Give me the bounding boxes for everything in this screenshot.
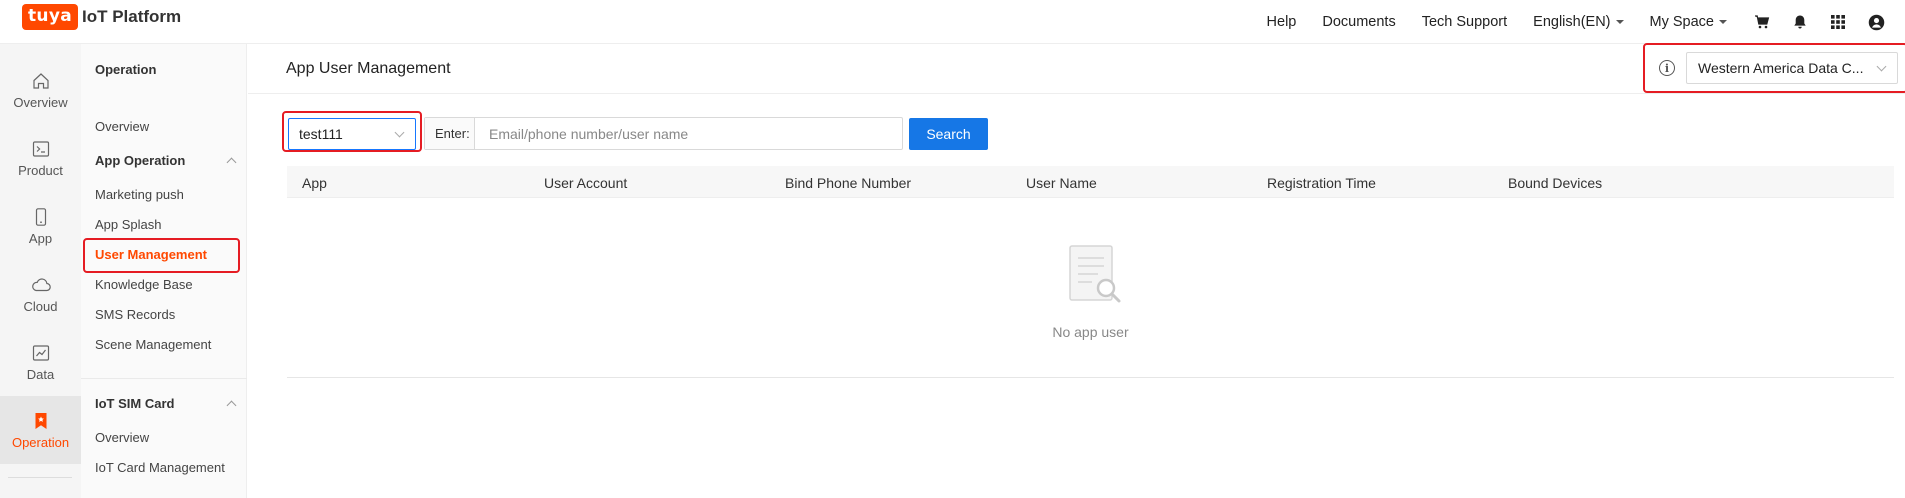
sidebar-item-app-splash[interactable]: App Splash [95, 217, 162, 232]
app-select-value: test111 [299, 126, 343, 142]
column-header-registration-time: Registration Time [1267, 175, 1376, 191]
sidebar-item-knowledge-base[interactable]: Knowledge Base [95, 277, 193, 292]
search-group: Enter: [424, 117, 903, 150]
group-label: App Operation [95, 153, 186, 168]
bookmark-icon [35, 412, 46, 429]
top-bar: tuya IoT Platform Help Documents Tech Su… [0, 0, 1905, 44]
top-nav: Help Documents Tech Support English(EN) … [1267, 0, 1905, 44]
column-header-app: App [302, 175, 327, 191]
sidebar-group-app-operation[interactable]: App Operation [95, 153, 237, 168]
sidebar-item-scene-management[interactable]: Scene Management [95, 337, 211, 352]
rail-label: Cloud [23, 298, 58, 314]
language-dropdown[interactable]: English(EN) [1533, 14, 1624, 30]
rail-label: Product [18, 162, 63, 178]
rail-item-operation[interactable]: Operation [0, 396, 81, 464]
rail-item-product[interactable]: Product [0, 124, 81, 192]
rail-label: App [28, 230, 53, 246]
rail-label: Operation [11, 434, 70, 450]
column-header-user-name: User Name [1026, 175, 1097, 191]
brand-logo[interactable]: tuya IoT Platform [22, 4, 181, 30]
tuya-logo: tuya [22, 4, 78, 30]
chart-icon [32, 344, 49, 361]
sidebar-item-sms-records[interactable]: SMS Records [95, 307, 175, 322]
rail-item-cloud[interactable]: Cloud [0, 260, 81, 328]
operation-sidebar: Operation Overview App Operation Marketi… [81, 44, 247, 498]
data-center-select[interactable]: Western America Data C... [1686, 52, 1898, 84]
rail-item-data[interactable]: Data [0, 328, 81, 396]
sidebar-group-iot-sim-card[interactable]: IoT SIM Card [95, 396, 237, 411]
cart-icon[interactable] [1753, 13, 1771, 31]
page-title: App User Management [286, 60, 451, 77]
info-icon[interactable]: i [1659, 60, 1675, 76]
sidebar-item-sim-overview[interactable]: Overview [95, 430, 149, 445]
terminal-icon [32, 140, 49, 157]
column-header-bind-phone-number: Bind Phone Number [785, 175, 912, 191]
group-label: IoT SIM Card [95, 396, 175, 411]
search-prefix-label: Enter: [425, 118, 475, 149]
rail-label: Overview [13, 94, 68, 110]
empty-message: No app user [1052, 324, 1129, 340]
rail-label: Data [26, 366, 55, 382]
rail-item-overview[interactable]: Overview [0, 56, 81, 124]
tech-support-link[interactable]: Tech Support [1422, 14, 1507, 30]
help-link[interactable]: Help [1267, 14, 1297, 30]
column-header-bound-devices: Bound Devices [1508, 175, 1603, 191]
search-input[interactable] [475, 118, 902, 149]
data-center-value: Western America Data C... [1698, 60, 1864, 76]
chevron-up-icon [226, 157, 237, 168]
search-button[interactable]: Search [909, 118, 988, 150]
rail-divider [8, 477, 72, 478]
language-label: English(EN) [1533, 14, 1611, 30]
sidebar-item-overview[interactable]: Overview [95, 119, 149, 134]
apps-grid-icon[interactable] [1829, 13, 1847, 31]
home-icon [32, 72, 49, 89]
rail-item-app[interactable]: App [0, 192, 81, 260]
chevron-up-icon [226, 400, 237, 411]
sidebar-title: Operation [95, 62, 157, 77]
chevron-down-icon [1876, 61, 1887, 72]
sidebar-item-iot-card-management[interactable]: IoT Card Management [95, 460, 225, 475]
table-header: App User Account Bind Phone Number User … [287, 166, 1894, 198]
page-header: App User Management i Western America Da… [248, 43, 1905, 94]
caret-down-icon [1615, 20, 1624, 24]
empty-state: No app user [287, 198, 1894, 378]
sidebar-item-marketing-push[interactable]: Marketing push [95, 187, 184, 202]
my-space-dropdown[interactable]: My Space [1650, 14, 1727, 30]
chevron-down-icon [394, 127, 405, 138]
caret-down-icon [1719, 20, 1727, 24]
bell-icon[interactable] [1791, 13, 1809, 31]
sidebar-item-user-management[interactable]: User Management [95, 247, 207, 262]
primary-nav-rail: Overview Product App Cloud Data Operatio… [0, 44, 81, 498]
cloud-icon [31, 277, 51, 291]
user-account-icon[interactable] [1867, 13, 1885, 31]
my-space-label: My Space [1649, 14, 1714, 30]
documents-link[interactable]: Documents [1322, 14, 1395, 30]
sidebar-divider [81, 378, 247, 379]
empty-document-icon [1069, 245, 1121, 303]
phone-icon [35, 207, 46, 226]
platform-name: IoT Platform [81, 7, 182, 26]
app-select[interactable]: test111 [288, 118, 416, 150]
column-header-user-account: User Account [544, 175, 628, 191]
